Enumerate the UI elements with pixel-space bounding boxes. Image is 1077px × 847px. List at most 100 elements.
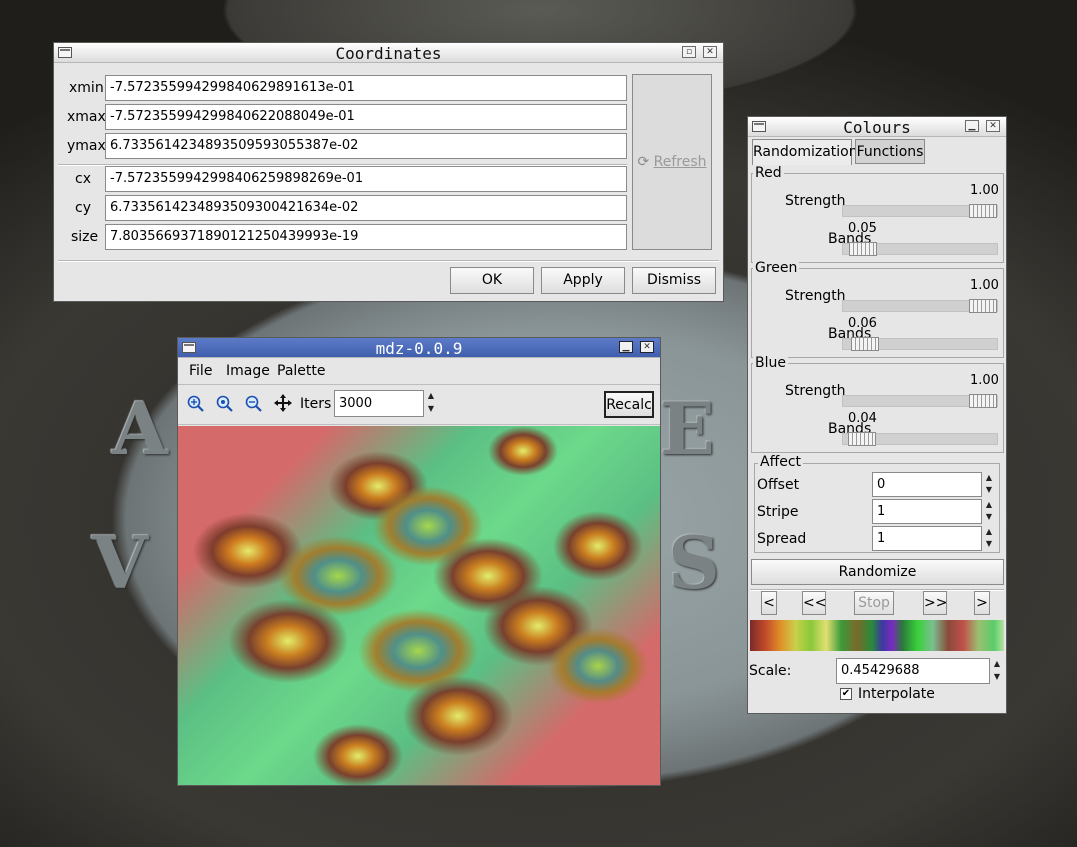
blue-title: Blue [753,355,788,371]
fast-forward-button[interactable]: >> [923,591,947,615]
size-field[interactable]: 7.8035669371890121250439993e-19 [105,224,627,250]
scale-down-icon[interactable]: ▼ [992,672,1002,681]
xmax-field[interactable]: -7.572355994299840622088049e-01 [105,104,627,130]
offset-down-icon[interactable]: ▼ [984,485,994,494]
menu-palette[interactable]: Palette [277,363,326,379]
zoom-in-icon[interactable] [187,395,205,413]
background-letter: A [112,386,168,471]
slider-thumb[interactable] [969,299,997,313]
red-bands-slider[interactable] [842,242,998,256]
stripe-label: Stripe [757,504,799,520]
background-letter: V [92,520,148,605]
colours-window: Colours ▁ ✕ Randomization Functions Red … [747,116,1007,714]
cy-field[interactable]: 6.7335614234893509300421634e-02 [105,195,627,221]
iters-down-icon[interactable]: ▼ [426,404,436,413]
spread-label: Spread [757,531,807,547]
zoom-icon[interactable] [216,395,234,413]
stripe-up-icon[interactable]: ▲ [984,500,994,509]
close-icon[interactable]: ✕ [986,120,1000,132]
iters-label: Iters [300,396,332,412]
menu-image[interactable]: Image [226,363,270,379]
blue-strength-slider[interactable] [842,394,998,408]
background-letter: E [660,386,715,471]
mdz-titlebar[interactable]: mdz-0.0.9 ▁ ✕ [178,338,660,358]
coordinates-titlebar[interactable]: Coordinates ▫ ✕ [54,43,723,63]
spread-input[interactable]: 1 [872,526,982,551]
next-button[interactable]: > [974,591,990,615]
recalc-button[interactable]: Recalc [604,391,654,418]
stop-button[interactable]: Stop [854,591,894,615]
cx-label: cx [75,171,91,187]
tab-randomization[interactable]: Randomization [752,139,858,165]
randomize-button[interactable]: Randomize [751,559,1004,585]
slider-thumb[interactable] [851,337,879,351]
size-label: size [71,229,99,245]
red-title: Red [753,165,784,181]
cy-label: cy [75,200,91,216]
scale-up-icon[interactable]: ▲ [992,659,1002,668]
scale-input[interactable]: 0.45429688 [836,658,990,684]
close-icon[interactable]: ✕ [703,46,717,58]
prev-button[interactable]: < [761,591,777,615]
colours-titlebar[interactable]: Colours ▁ ✕ [748,117,1006,137]
blue-bands-value: 0.04 [848,411,877,426]
fractal-image[interactable] [178,426,660,785]
offset-up-icon[interactable]: ▲ [984,473,994,482]
red-strength-slider[interactable] [842,204,998,218]
coordinates-window: Coordinates ▫ ✕ xmin -7.5723559942998406… [53,42,724,302]
spread-down-icon[interactable]: ▼ [984,539,994,548]
refresh-icon: ⟳ [637,154,650,170]
slider-thumb[interactable] [849,242,877,256]
refresh-label: Refresh [653,154,707,170]
green-bands-slider[interactable] [842,337,998,351]
mdz-title: mdz-0.0.9 [375,339,463,358]
affect-title: Affect [758,454,804,470]
red-strength-label: Strength [785,193,846,209]
iters-input[interactable]: 3000 [334,390,424,417]
slider-thumb[interactable] [969,204,997,218]
slider-thumb[interactable] [848,432,876,446]
green-strength-slider[interactable] [842,299,998,313]
dismiss-button[interactable]: Dismiss [632,267,716,294]
xmin-label: xmin [69,80,104,96]
xmax-label: xmax [67,109,106,125]
red-bands-value: 0.05 [848,221,877,236]
move-icon[interactable] [274,394,292,412]
toolbar: Iters 3000 ▲ ▼ Recalc [178,386,660,425]
iters-up-icon[interactable]: ▲ [426,391,436,400]
apply-button[interactable]: Apply [541,267,625,294]
rewind-button[interactable]: << [802,591,826,615]
zoom-out-icon[interactable] [245,395,263,413]
green-bands-value: 0.06 [848,316,877,331]
minimize-icon[interactable]: ▁ [965,120,979,132]
stripe-down-icon[interactable]: ▼ [984,512,994,521]
tab-functions[interactable]: Functions [855,139,925,164]
ok-button[interactable]: OK [450,267,534,294]
ymax-field[interactable]: 6.7335614234893509593055387e-02 [105,133,627,159]
xmin-field[interactable]: -7.572355994299840629891613e-01 [105,75,627,101]
stripe-input[interactable]: 1 [872,499,982,524]
blue-bands-slider[interactable] [842,432,998,446]
background-letter: S [668,520,720,605]
close-icon[interactable]: ✕ [640,341,654,353]
scale-label: Scale: [749,663,792,679]
red-strength-value: 1.00 [970,183,999,198]
offset-input[interactable]: 0 [872,472,982,497]
separator [58,260,719,262]
maximize-icon[interactable]: ▫ [682,46,696,58]
fractal-drawing [193,426,648,785]
palette-preview [750,620,1004,651]
spread-up-icon[interactable]: ▲ [984,527,994,536]
green-title: Green [753,260,800,276]
menu-bar: File Image Palette [178,358,660,385]
interpolate-checkbox[interactable]: ✔ [840,688,852,700]
green-strength-label: Strength [785,288,846,304]
green-strength-value: 1.00 [970,278,999,293]
blue-strength-label: Strength [785,383,846,399]
refresh-button[interactable]: ⟳ Refresh [632,74,712,250]
offset-label: Offset [757,477,800,493]
menu-file[interactable]: File [189,363,212,379]
cx-field[interactable]: -7.5723559942998406259898269e-01 [105,166,627,192]
minimize-icon[interactable]: ▁ [619,341,633,353]
slider-thumb[interactable] [969,394,997,408]
